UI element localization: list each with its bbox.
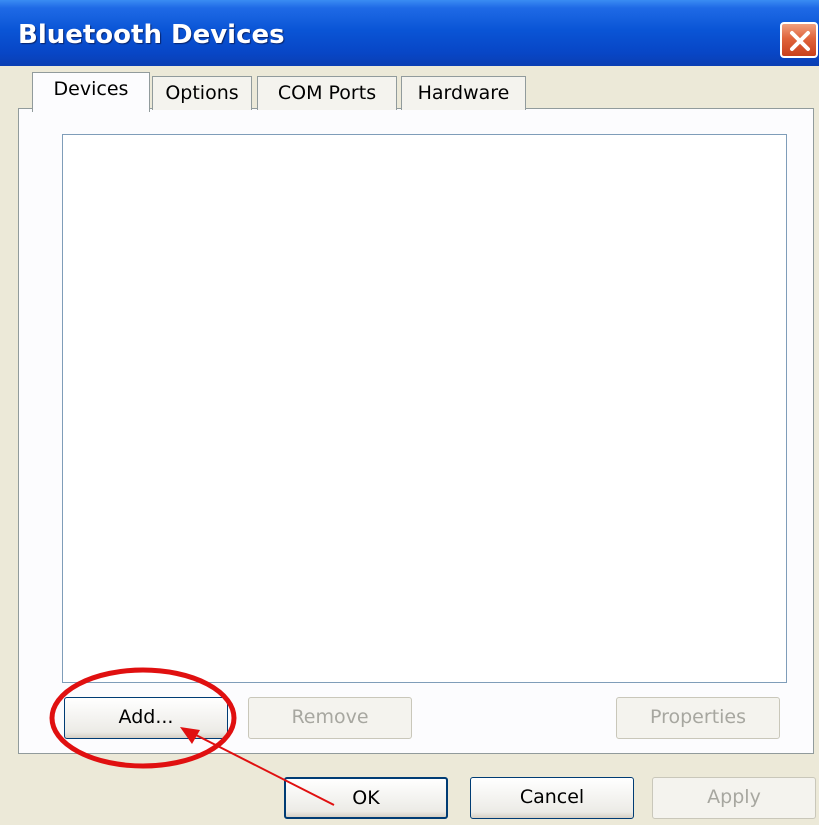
add-button-label: Add... — [118, 706, 174, 728]
tab-devices[interactable]: Devices — [32, 72, 150, 112]
tab-options[interactable]: Options — [152, 76, 252, 110]
apply-button-label: Apply — [707, 786, 761, 808]
window-title: Bluetooth Devices — [18, 20, 285, 50]
cancel-button-label: Cancel — [519, 786, 585, 808]
remove-button[interactable]: Remove — [248, 697, 412, 739]
tab-com-ports[interactable]: COM Ports — [257, 76, 397, 110]
ok-button[interactable]: OK — [284, 777, 448, 819]
properties-button-label: Properties — [649, 706, 747, 728]
properties-button[interactable]: Properties — [616, 697, 780, 739]
add-button[interactable]: Add... — [64, 697, 228, 739]
device-list[interactable] — [62, 134, 787, 683]
title-bar[interactable]: Bluetooth Devices — [0, 0, 819, 66]
close-icon — [790, 31, 810, 51]
remove-button-label: Remove — [291, 706, 369, 728]
apply-button[interactable]: Apply — [652, 777, 816, 819]
cancel-button[interactable]: Cancel — [470, 777, 634, 819]
close-button[interactable] — [780, 22, 818, 58]
bluetooth-devices-dialog: Bluetooth Devices Devices Options COM Po… — [0, 0, 819, 825]
ok-button-label: OK — [352, 787, 380, 809]
tab-hardware[interactable]: Hardware — [401, 76, 526, 110]
